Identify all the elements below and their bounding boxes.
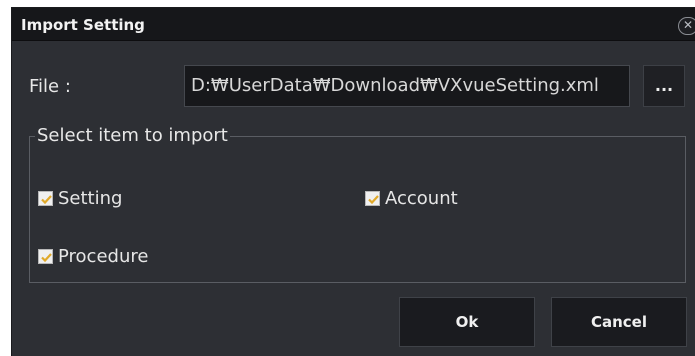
- file-label: File :: [29, 76, 71, 97]
- procedure-checkbox[interactable]: Procedure: [38, 246, 148, 267]
- account-checkbox[interactable]: Account: [365, 188, 458, 209]
- account-label: Account: [385, 188, 458, 209]
- check-mark-icon: [41, 195, 52, 205]
- file-path-field[interactable]: D:₩UserData₩Download₩VXvueSetting.xml: [184, 65, 630, 107]
- cancel-button[interactable]: Cancel: [551, 297, 687, 347]
- top-strip: [0, 0, 695, 7]
- setting-label: Setting: [58, 188, 123, 209]
- import-group-legend: Select item to import: [37, 125, 228, 146]
- close-icon: ✕: [682, 18, 694, 32]
- import-setting-dialog: Import Setting ✕ File : D:₩UserData₩Down…: [11, 7, 695, 356]
- setting-checkbox[interactable]: Setting: [38, 188, 122, 209]
- check-mark-icon: [41, 253, 52, 263]
- account-checkbox-box[interactable]: [365, 191, 380, 206]
- check-mark-icon: [368, 195, 379, 205]
- setting-checkbox-box[interactable]: [38, 191, 53, 206]
- dialog-title: Import Setting: [21, 16, 145, 34]
- title-bar: Import Setting ✕: [12, 8, 695, 41]
- browse-button[interactable]: ...: [643, 65, 685, 107]
- procedure-checkbox-box[interactable]: [38, 249, 53, 264]
- ok-button[interactable]: Ok: [399, 297, 535, 347]
- import-items-group: Select item to import Setting Account Pr…: [29, 126, 686, 283]
- procedure-label: Procedure: [58, 246, 149, 267]
- close-button[interactable]: ✕: [678, 17, 695, 35]
